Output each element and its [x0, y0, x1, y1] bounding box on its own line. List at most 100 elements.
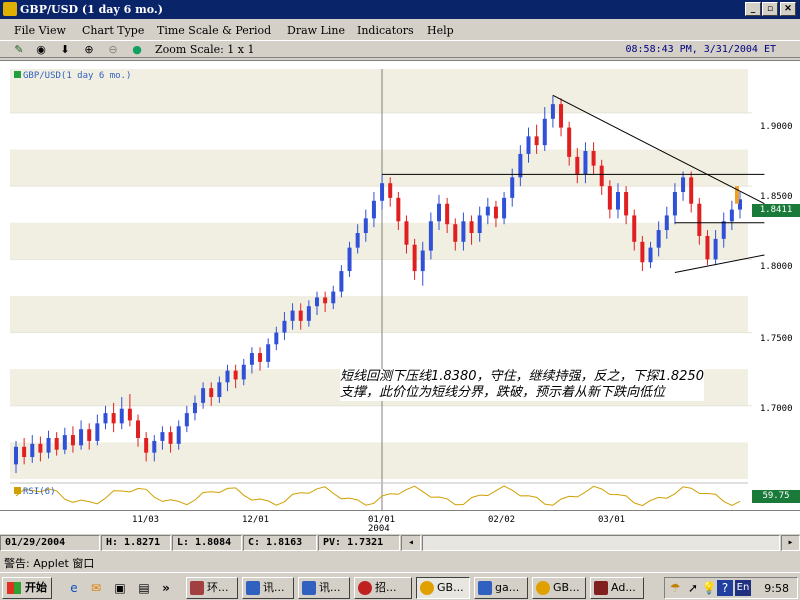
ohlc-status-row: 01/29/2004 H: 1.8271 L: 1.8084 C: 1.8163…	[0, 534, 800, 552]
task-4[interactable]: 招...	[354, 577, 412, 599]
candle-body	[461, 221, 466, 242]
minimize-button[interactable]: _	[745, 2, 761, 16]
start-button[interactable]: 开始	[2, 577, 52, 599]
candle-body	[363, 218, 368, 233]
candle-body	[672, 192, 677, 216]
help-icon[interactable]: ?	[717, 580, 733, 596]
candle-body	[428, 221, 433, 251]
ie-icon[interactable]: e	[66, 580, 82, 596]
bulb-icon[interactable]: 💡	[701, 580, 717, 596]
legend-swatch	[14, 71, 21, 78]
task-3[interactable]: 讯...	[298, 577, 350, 599]
pencil-icon[interactable]: ✎	[10, 42, 28, 58]
y-tick-label: 1.7500	[760, 334, 793, 344]
chart-area[interactable]: GBP/USD(1 day 6 mo.) 1.9000 1.8500 1.800…	[0, 60, 800, 510]
candle-body	[62, 435, 67, 450]
horizontal-scrollbar[interactable]	[422, 535, 780, 551]
arrow-down-icon[interactable]: ⬇	[56, 42, 74, 58]
candle-body	[184, 413, 189, 427]
reset-icon[interactable]: ●	[128, 42, 146, 58]
candle-body	[485, 206, 490, 216]
task-icon	[302, 581, 316, 595]
legend-text: GBP/USD(1 day 6 mo.)	[23, 71, 132, 81]
candle-body	[697, 203, 702, 236]
clock-label: 08:58:43 PM, 3/31/2004 ET	[625, 44, 776, 55]
candle-body	[689, 177, 694, 204]
candle-body	[355, 233, 360, 248]
candle-body	[453, 224, 458, 242]
menu-draw-line[interactable]: Draw Line	[287, 24, 345, 37]
task-1[interactable]: 环...	[186, 577, 238, 599]
candle-body	[38, 443, 43, 453]
app-icon	[3, 2, 17, 16]
task-2[interactable]: 讯...	[242, 577, 294, 599]
scroll-left-button[interactable]: ◂	[401, 535, 421, 551]
candle-body	[306, 306, 311, 321]
grid-band	[10, 149, 748, 187]
menu-bar: File View Chart Type Time Scale & Period…	[0, 20, 800, 40]
candle-body	[209, 388, 214, 397]
task-icon	[478, 581, 492, 595]
start-label: 开始	[25, 581, 47, 594]
candle-body	[79, 429, 84, 446]
price-chart[interactable]	[0, 61, 800, 511]
candle-body	[87, 429, 92, 441]
candle-body	[681, 177, 686, 192]
candle-body	[119, 408, 124, 424]
status-date: 01/29/2004	[0, 535, 100, 551]
desktop-icon[interactable]: ▣	[112, 580, 128, 596]
email-icon[interactable]: ✉	[88, 580, 104, 596]
scroll-right-button[interactable]: ▸	[781, 535, 800, 551]
window-icon[interactable]: ▤	[136, 580, 152, 596]
candle-body	[575, 156, 580, 175]
task-5[interactable]: GB...	[416, 577, 470, 599]
tray-clock: 9:58	[764, 582, 789, 595]
zoom-in-icon[interactable]: ⊕	[80, 42, 98, 58]
chart-legend: GBP/USD(1 day 6 mo.)	[14, 71, 131, 81]
task-7[interactable]: GB...	[532, 577, 586, 599]
grid-band	[10, 295, 748, 333]
menu-indicators[interactable]: Indicators	[357, 24, 414, 37]
maximize-button[interactable]: ▫	[762, 2, 778, 16]
language-icon[interactable]: En	[735, 580, 751, 596]
candle-body	[729, 209, 734, 222]
x-tick-label: 11/03	[132, 515, 160, 525]
menu-file-view[interactable]: File View	[14, 24, 66, 37]
candle-body	[469, 221, 474, 233]
zoom-out-icon[interactable]: ⊖	[104, 42, 122, 58]
candle-body	[721, 221, 726, 239]
last-price-tag: 1.8411	[752, 204, 800, 217]
status-low: L: 1.8084	[172, 535, 242, 551]
candle-body	[282, 320, 287, 333]
annotation-line-1: 短线回测下压线1.8380，守住，继续持强，反之，下探1.8250	[340, 369, 704, 384]
close-button[interactable]: ✕	[780, 2, 796, 16]
candle-body	[70, 435, 75, 446]
menu-time-scale[interactable]: Time Scale & Period	[157, 24, 271, 37]
target-icon[interactable]: ◉	[32, 42, 50, 58]
candle-body	[607, 186, 612, 210]
more-icon[interactable]: »	[158, 580, 174, 596]
candle-body	[550, 104, 555, 119]
candle-body	[160, 432, 165, 441]
applet-warning-bar: 警告: Applet 窗口	[0, 552, 800, 570]
task-label: 讯...	[263, 581, 285, 594]
candle-body	[583, 151, 588, 175]
task-label: 环...	[207, 581, 229, 594]
candle-body	[314, 297, 319, 307]
task-icon	[536, 581, 550, 595]
task-label: Ad...	[611, 581, 636, 594]
rsi-line	[15, 485, 741, 507]
task-6[interactable]: ga...	[474, 577, 528, 599]
arrow-icon[interactable]: ➚	[685, 580, 701, 596]
candle-body	[388, 183, 393, 198]
menu-help[interactable]: Help	[427, 24, 454, 37]
task-8[interactable]: Ad...	[590, 577, 644, 599]
candle-body	[705, 235, 710, 260]
candle-body	[615, 192, 620, 210]
task-icon	[420, 581, 434, 595]
menu-chart-type[interactable]: Chart Type	[82, 24, 144, 37]
umbrella-icon[interactable]: ☂	[667, 580, 683, 596]
candle-body	[526, 136, 531, 154]
candle-body	[103, 413, 108, 424]
candle-body	[493, 206, 498, 219]
